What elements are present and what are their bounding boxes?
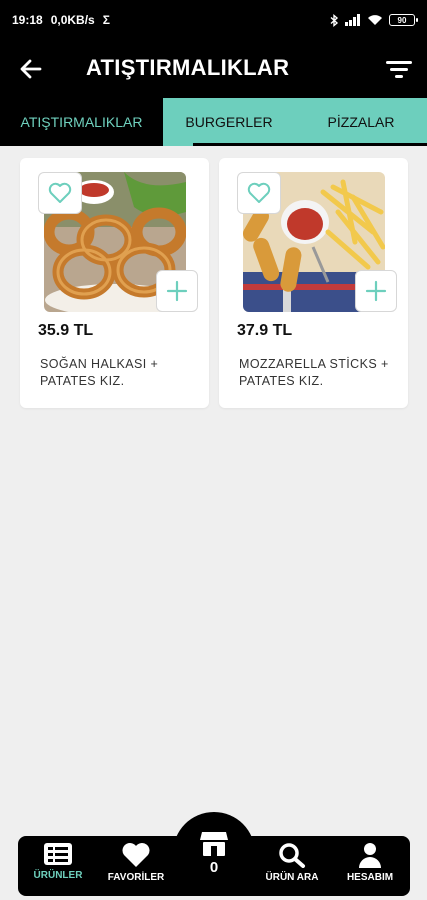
- tab-atistirmaliklar[interactable]: ATIŞTIRMALIKLAR: [0, 98, 163, 146]
- status-left: 19:18 0,0KB/s Σ: [12, 13, 110, 27]
- sigma-indicator: Σ: [102, 13, 110, 27]
- nav-urun-ara[interactable]: ÜRÜN ARA: [252, 842, 332, 894]
- heart-outline-icon: [247, 182, 271, 203]
- favorite-button[interactable]: [237, 172, 281, 214]
- bluetooth-icon: [330, 13, 339, 27]
- status-right: 90: [330, 13, 418, 27]
- person-icon: [359, 843, 381, 868]
- battery-icon: 90: [389, 14, 418, 26]
- nav-urunler[interactable]: ÜRÜNLER: [18, 842, 98, 894]
- product-card[interactable]: 37.9 TL MOZZARELLA STİCKS + PATATES KIZ.: [219, 158, 408, 408]
- category-tabs: ATIŞTIRMALIKLAR BURGERLER PİZZALAR: [0, 98, 427, 146]
- list-icon: [44, 843, 72, 865]
- tab-burgerler[interactable]: BURGERLER: [163, 98, 295, 146]
- nav-hesabim[interactable]: HESABIM: [330, 842, 410, 894]
- filter-icon[interactable]: [385, 57, 413, 81]
- product-grid: 35.9 TL SOĞAN HALKASI + PATATES KIZ. 37.…: [20, 158, 408, 408]
- product-name: MOZZARELLA STİCKS + PATATES KIZ.: [239, 357, 389, 388]
- add-to-cart-button[interactable]: [355, 270, 397, 312]
- favorite-button[interactable]: [38, 172, 82, 214]
- nav-label: FAVORİLER: [107, 872, 165, 883]
- nav-favoriler[interactable]: FAVORİLER: [96, 842, 176, 894]
- nav-label: ÜRÜN ARA: [265, 872, 319, 883]
- product-price: 35.9 TL: [38, 322, 94, 339]
- product-card[interactable]: 35.9 TL SOĞAN HALKASI + PATATES KIZ.: [20, 158, 209, 408]
- search-icon: [279, 843, 305, 868]
- wifi-icon: [368, 15, 382, 25]
- plus-icon: [365, 280, 387, 302]
- heart-icon: [122, 843, 150, 867]
- tab-label: BURGERLER: [185, 114, 273, 130]
- cart-count: 0: [209, 858, 219, 876]
- plus-icon: [166, 280, 188, 302]
- tab-rest: BURGERLER PİZZALAR: [163, 98, 427, 146]
- tab-pizzalar[interactable]: PİZZALAR: [295, 98, 427, 146]
- arrow-left-icon[interactable]: [18, 56, 44, 82]
- status-time: 19:18: [12, 13, 43, 27]
- nav-label: HESABIM: [346, 872, 394, 883]
- network-speed: 0,0KB/s: [50, 13, 95, 27]
- app-bar: ATIŞTIRMALIKLAR: [0, 40, 427, 98]
- tab-indicator: [193, 143, 427, 146]
- status-bar: 19:18 0,0KB/s Σ 90: [0, 0, 427, 40]
- product-price: 37.9 TL: [237, 322, 293, 339]
- tab-label: PİZZALAR: [327, 114, 395, 130]
- add-to-cart-button[interactable]: [156, 270, 198, 312]
- tab-label: ATIŞTIRMALIKLAR: [20, 114, 143, 130]
- signal-icon: [345, 14, 360, 26]
- nav-label: ÜRÜNLER: [33, 870, 83, 881]
- page-title: ATIŞTIRMALIKLAR: [86, 55, 290, 80]
- product-name: SOĞAN HALKASI + PATATES KIZ.: [40, 357, 159, 388]
- store-icon: [200, 831, 228, 856]
- cart-button[interactable]: 0: [173, 812, 255, 894]
- heart-outline-icon: [48, 182, 72, 203]
